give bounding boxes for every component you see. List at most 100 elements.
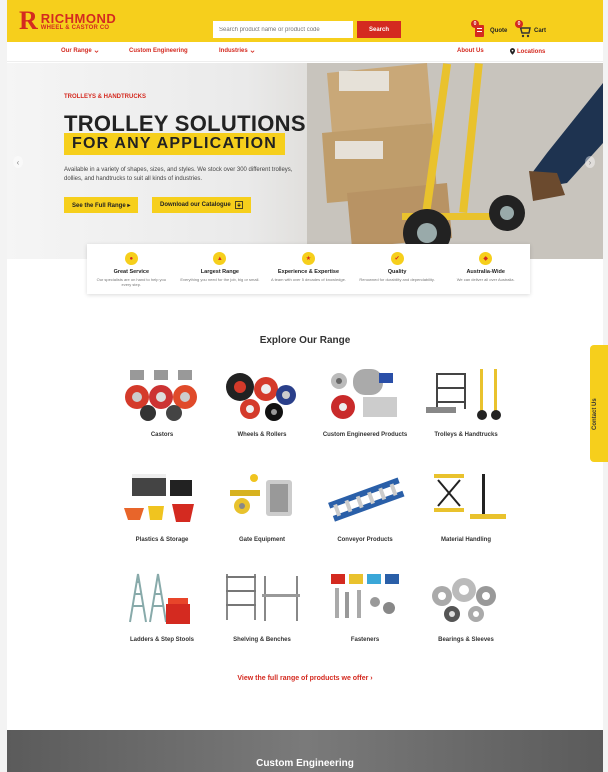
cart-label: Cart [534, 28, 547, 34]
range-tile-wheels[interactable]: Wheels & Rollers [217, 365, 307, 439]
logo[interactable]: R RICHMOND WHEEL & CASTOR CO [19, 8, 116, 34]
feature-title: Largest Range [200, 269, 239, 275]
cart-count: 0 [515, 20, 523, 28]
feature-largest-range: ▲ Largest Range Everything you need for … [180, 252, 260, 282]
gate-equipment-image [230, 474, 292, 516]
hero-tag: TROLLEYS & HANDTRUCKS [64, 94, 146, 100]
range-tile-label: Ladders & Step Stools [129, 637, 194, 643]
feature-quality: ✔ Quality Renowned for durability and de… [357, 252, 437, 282]
custom-engineering-section: Custom Engineering [7, 730, 603, 772]
custom-engineering-title: Custom Engineering [256, 758, 354, 769]
contact-us-tab[interactable]: Contact Us [590, 345, 608, 462]
cart-icon: 0 [515, 20, 531, 38]
download-icon [234, 201, 243, 209]
range-tile-label: Bearings & Sleeves [438, 637, 494, 643]
feature-desc: A team with over 5 decades of knowledge. [271, 277, 346, 282]
page: R RICHMOND WHEEL & CASTOR CO Search 0 Qu… [7, 0, 603, 772]
nav-locations-label: Locations [517, 48, 546, 55]
features-bar: ● Great Service Our specialists are on h… [87, 244, 530, 294]
search-button[interactable]: Search [357, 21, 401, 38]
trolleys-image [426, 369, 501, 420]
range-tile-label: Material Handling [440, 537, 491, 543]
quote-count: 0 [471, 20, 479, 28]
conveyor-image [328, 477, 405, 522]
feature-title: Quality [387, 269, 407, 275]
range-tile-conveyor[interactable]: Conveyor Products [320, 470, 410, 544]
range-tile-fasteners[interactable]: Fasteners [320, 570, 410, 644]
service-icon: ● [124, 252, 138, 265]
range-icon: ▲ [213, 252, 227, 265]
search-input[interactable] [213, 21, 353, 38]
contact-us-label: Contact Us [592, 398, 598, 430]
chevron-down-icon [94, 49, 99, 53]
material-handling-image [434, 474, 506, 519]
experience-icon: ★ [301, 252, 315, 265]
nav-locations[interactable]: Locations [510, 48, 545, 55]
range-tile-castors[interactable]: Castors [117, 365, 207, 439]
nav-custom-engineering[interactable]: Custom Engineering [129, 48, 188, 54]
range-tile-bearings[interactable]: Bearings & Sleeves [421, 570, 511, 644]
logo-mark: R [19, 6, 38, 35]
feature-desc: Everything you need for the job, big or … [180, 277, 260, 282]
plastics-image [124, 474, 194, 522]
logo-name: RICHMOND [40, 10, 117, 26]
download-catalogue-button[interactable]: Download our Catalogue [152, 197, 251, 213]
wheels-image [226, 373, 296, 421]
bearings-image [432, 578, 496, 622]
cart-button[interactable]: 0 Cart [515, 20, 547, 38]
feature-great-service: ● Great Service Our specialists are on h… [91, 252, 171, 287]
slider-next-arrow[interactable]: › [585, 156, 595, 168]
feature-title: Australia-Wide [466, 269, 505, 275]
range-tile-label: Custom Engineered Products [322, 432, 408, 438]
nav-our-range[interactable]: Our Range [61, 48, 99, 54]
slider-prev-arrow[interactable]: ‹ [13, 156, 23, 168]
ladders-image [129, 573, 190, 624]
download-catalogue-label: Download our Catalogue [160, 202, 231, 208]
range-tile-gate-equipment[interactable]: Gate Equipment [217, 470, 307, 544]
feature-desc: We can deliver all over Australia. [456, 277, 515, 282]
hero-description: Available in a variety of shapes, sizes,… [64, 167, 293, 182]
range-tile-custom-engineered[interactable]: Custom Engineered Products [320, 365, 410, 439]
fasteners-image [331, 574, 399, 618]
feature-title: Experience & Expertise [277, 269, 340, 275]
range-tile-label: Wheels & Rollers [237, 432, 287, 438]
hero-banner: TROLLEYS & HANDTRUCKS TROLLEY SOLUTIONS … [7, 63, 603, 259]
range-section-title: Explore Our Range [259, 335, 351, 346]
feature-australia-wide: ◆ Australia-Wide We can deliver all over… [446, 252, 526, 282]
range-tile-label: Fasteners [350, 637, 380, 643]
range-tile-label: Conveyor Products [337, 537, 393, 543]
range-tile-ladders[interactable]: Ladders & Step Stools [117, 570, 207, 644]
nav-about-us-label: About Us [457, 48, 484, 54]
custom-engineered-image [331, 369, 397, 419]
quote-button[interactable]: 0 Quote [471, 20, 508, 38]
range-tile-label: Plastics & Storage [135, 537, 189, 543]
range-tile-label: Shelving & Benches [233, 637, 291, 643]
range-tile-label: Castors [150, 432, 174, 438]
feature-experience: ★ Experience & Expertise A team with ove… [268, 252, 348, 282]
nav-about-us[interactable]: About Us [457, 48, 484, 54]
logo-sub: WHEEL & CASTOR CO [40, 24, 110, 31]
shelving-image [226, 574, 300, 621]
site-header: R RICHMOND WHEEL & CASTOR CO Search 0 Qu… [7, 0, 603, 42]
hero-trolley-image [307, 63, 603, 259]
quote-label: Quote [490, 28, 508, 34]
nav-custom-engineering-label: Custom Engineering [129, 48, 188, 54]
main-nav: Our Range Custom Engineering Industries … [7, 42, 603, 62]
range-tile-trolleys[interactable]: Trolleys & Handtrucks [421, 365, 511, 439]
range-tile-material-handling[interactable]: Material Handling [421, 470, 511, 544]
range-tile-label: Gate Equipment [238, 537, 285, 543]
feature-desc: Renowned for durability and dependabilit… [359, 277, 435, 282]
range-tile-label: Trolleys & Handtrucks [434, 432, 498, 438]
castors-image [125, 370, 197, 421]
feature-desc: Our specialists are on hand to help you … [96, 277, 166, 287]
chevron-down-icon [250, 49, 255, 53]
location-pin-icon [510, 48, 515, 55]
see-full-range-button[interactable]: See the Full Range ▸ [64, 197, 139, 213]
nav-our-range-label: Our Range [61, 48, 92, 54]
quote-icon: 0 [471, 20, 487, 38]
range-tile-shelving[interactable]: Shelving & Benches [217, 570, 307, 644]
view-full-range-link[interactable]: View the full range of products we offer… [7, 675, 603, 682]
range-tile-plastics[interactable]: Plastics & Storage [117, 470, 207, 544]
nav-industries[interactable]: Industries [219, 48, 255, 54]
nav-industries-label: Industries [219, 48, 248, 54]
